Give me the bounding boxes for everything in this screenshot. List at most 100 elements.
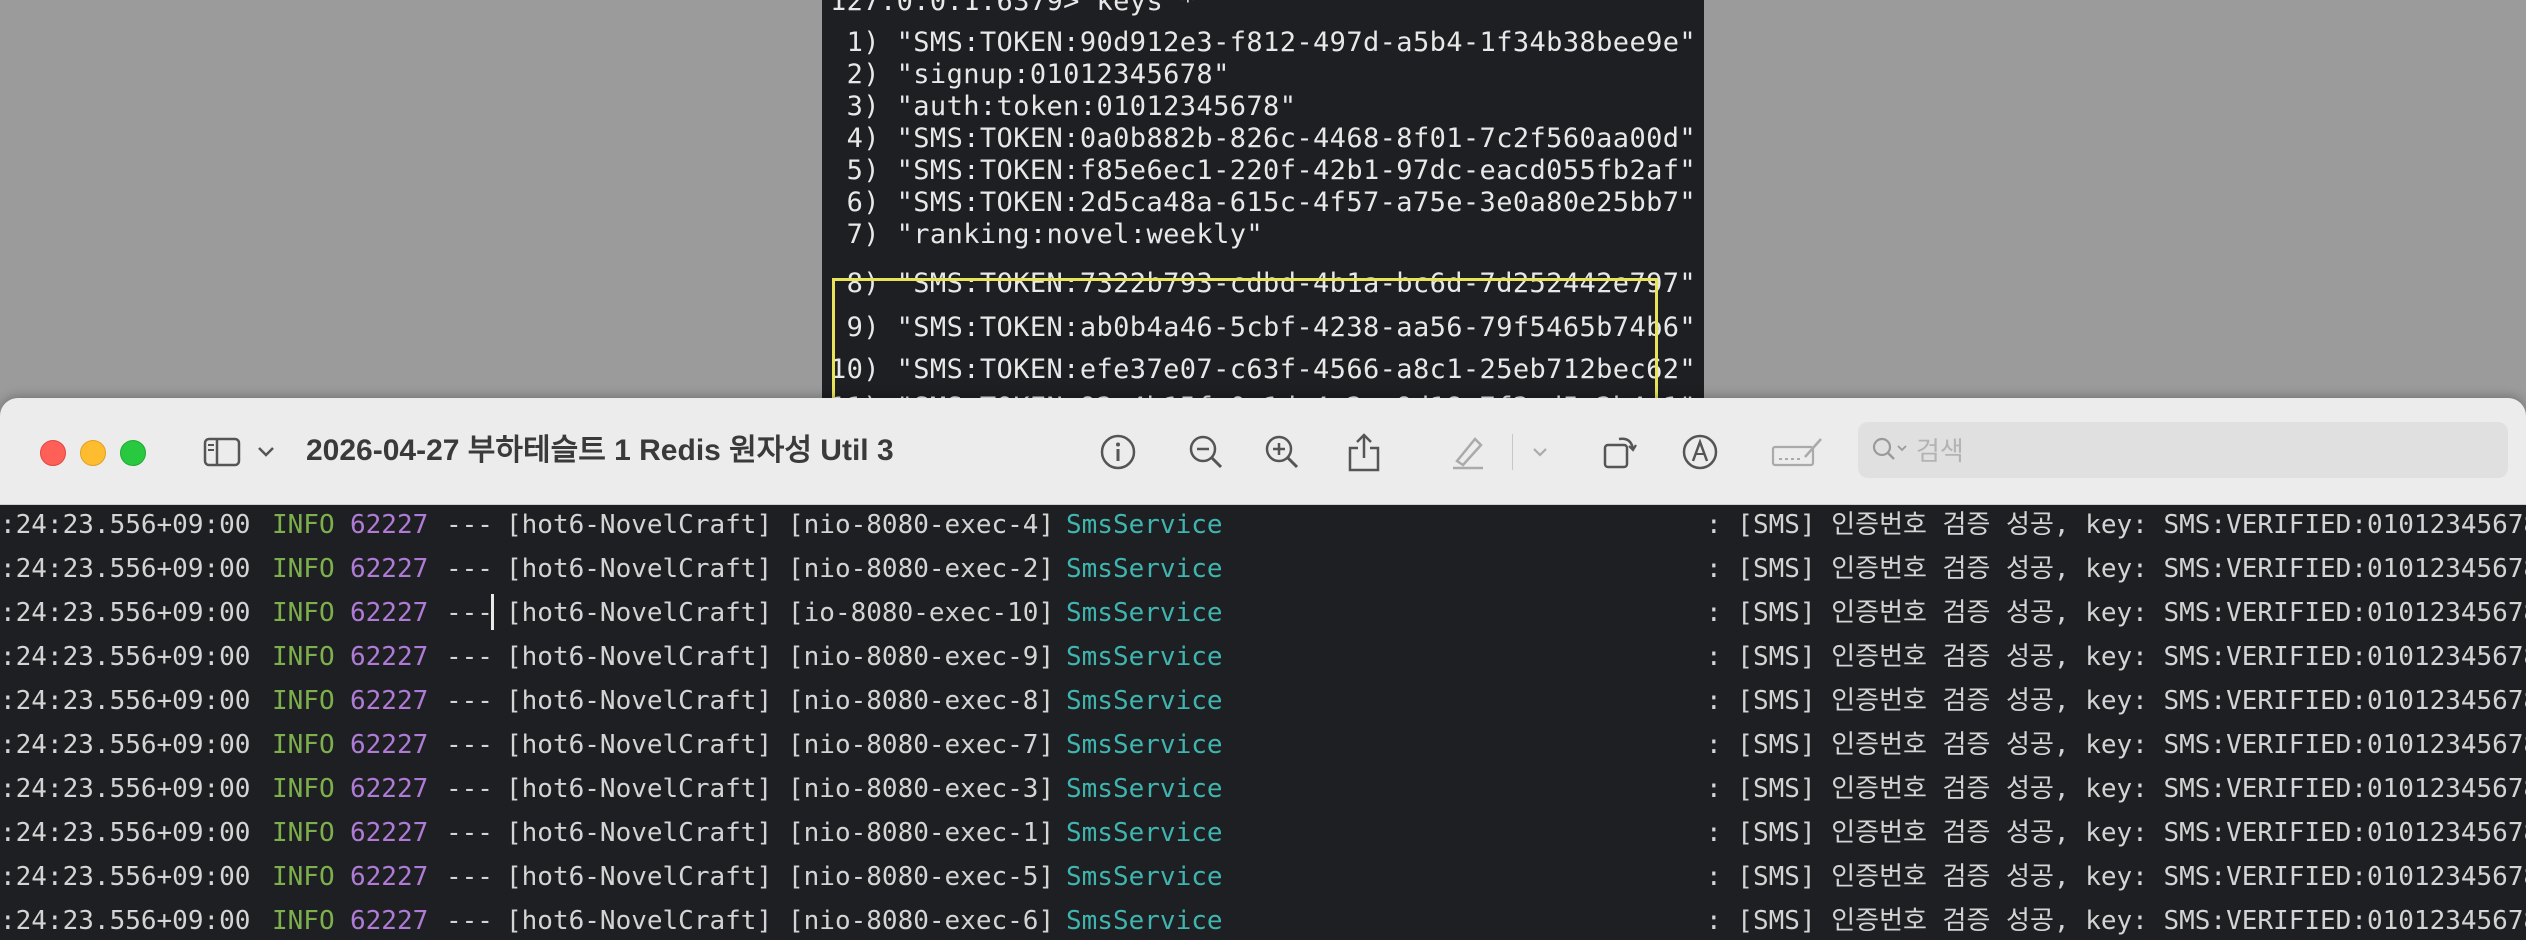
- log-row: :24:23.556+09:00 INFO 62227 --- [hot6-NovelC…: [0, 505, 2526, 547]
- highlight-pen-icon[interactable]: [1446, 430, 1490, 474]
- log-msg: : [SMS] 인증번호 검증 성공, key: SMS:VERIFIED:01…: [1706, 510, 2526, 540]
- log-msg: : [SMS] 인증번호 검증 성공, key: SMS:VERIFIED:01…: [1706, 774, 2526, 804]
- close-window-button[interactable]: [40, 440, 66, 466]
- redis-key-line: 8) "SMS:TOKEN:7322b793-cdbd-4b1a-bc6d-7d…: [830, 268, 1697, 299]
- log-time: :24:23.556+09:00: [0, 862, 251, 892]
- log-sep: ---: [446, 686, 493, 716]
- log-class: SmsService: [1066, 906, 1223, 936]
- redis-key-line: 3) "auth:token:01012345678": [830, 91, 1297, 122]
- redis-key-line: 1) "SMS:TOKEN:90d912e3-f812-497d-a5b4-1f…: [830, 27, 1697, 58]
- log-pid: 62227: [350, 818, 429, 848]
- log-app: [hot6-NovelCraft]: [506, 906, 773, 936]
- log-time: :24:23.556+09:00: [0, 818, 251, 848]
- log-time: :24:23.556+09:00: [0, 598, 251, 628]
- log-level: INFO: [272, 906, 335, 936]
- text-cursor: [491, 594, 494, 630]
- log-msg: : [SMS] 인증번호 검증 성공, key: SMS:VERIFIED:01…: [1706, 554, 2526, 584]
- log-msg: : [SMS] 인증번호 검증 성공, key: SMS:VERIFIED:01…: [1706, 818, 2526, 848]
- log-pid: 62227: [350, 642, 429, 672]
- log-row: :24:23.556+09:00 INFO 62227 --- [hot6-NovelC…: [0, 679, 2526, 723]
- log-app: [hot6-NovelCraft]: [506, 818, 773, 848]
- log-sep: ---: [446, 862, 493, 892]
- log-class: SmsService: [1066, 510, 1223, 540]
- log-row: :24:23.556+09:00 INFO 62227 --- [hot6-NovelC…: [0, 723, 2526, 767]
- log-pid: 62227: [350, 862, 429, 892]
- log-row: :24:23.556+09:00 INFO 62227 --- [hot6-NovelC…: [0, 635, 2526, 679]
- log-sep: ---: [446, 774, 493, 804]
- log-time: :24:23.556+09:00: [0, 642, 251, 672]
- log-sep: ---: [446, 818, 493, 848]
- log-level: INFO: [272, 554, 335, 584]
- redis-key-line: 4) "SMS:TOKEN:0a0b882b-826c-4468-8f01-7c…: [830, 123, 1697, 154]
- redis-key-line: 2) "signup:01012345678": [830, 59, 1230, 90]
- window-title: 2026-04-27 부하테슬트 1 Redis 원자성 Util 3: [306, 434, 894, 467]
- preview-window: 2026-04-27 부하테슬트 1 Redis 원자성 Util 3 검색:…: [0, 398, 2526, 940]
- log-thread: [nio-8080-exec-5]: [788, 862, 1055, 892]
- search-input[interactable]: [1914, 422, 2498, 480]
- log-thread: [nio-8080-exec-7]: [788, 730, 1055, 760]
- log-row: :24:23.556+09:00 INFO 62227 --- [hot6-NovelC…: [0, 547, 2526, 591]
- log-app: [hot6-NovelCraft]: [506, 774, 773, 804]
- log-thread: [nio-8080-exec-8]: [788, 686, 1055, 716]
- log-app: [hot6-NovelCraft]: [506, 598, 773, 628]
- log-thread: [nio-8080-exec-4]: [788, 510, 1055, 540]
- share-icon[interactable]: [1342, 430, 1386, 474]
- sidebar-toggle-icon[interactable]: [200, 430, 244, 474]
- log-sep: ---: [446, 730, 493, 760]
- log-row: :24:23.556+09:00 INFO 62227 --- [hot6-NovelC…: [0, 591, 2526, 635]
- minimize-window-button[interactable]: [80, 440, 106, 466]
- markup-icon[interactable]: [1678, 430, 1722, 474]
- log-app: [hot6-NovelCraft]: [506, 510, 773, 540]
- log-time: :24:23.556+09:00: [0, 554, 251, 584]
- log-sep: ---: [446, 554, 493, 584]
- log-class: SmsService: [1066, 774, 1223, 804]
- rotate-icon[interactable]: [1598, 430, 1642, 474]
- info-icon[interactable]: [1096, 430, 1140, 474]
- signature-icon[interactable]: [1770, 430, 1826, 474]
- redis-key-line: 9) "SMS:TOKEN:ab0b4a46-5cbf-4238-aa56-79…: [830, 312, 1697, 343]
- log-app: [hot6-NovelCraft]: [506, 642, 773, 672]
- log-level: INFO: [272, 598, 335, 628]
- log-row: :24:23.556+09:00 INFO 62227 --- [hot6-NovelC…: [0, 811, 2526, 855]
- log-class: SmsService: [1066, 554, 1223, 584]
- log-class: SmsService: [1066, 818, 1223, 848]
- search-icon: [1870, 428, 1910, 472]
- window-titlebar: 2026-04-27 부하테슬트 1 Redis 원자성 Util 3: [0, 398, 2526, 505]
- log-level: INFO: [272, 510, 335, 540]
- zoom-out-icon[interactable]: [1184, 430, 1228, 474]
- log-pid: 62227: [350, 906, 429, 936]
- chevron-down-icon[interactable]: [1528, 430, 1552, 474]
- redis-key-line: 6) "SMS:TOKEN:2d5ca48a-615c-4f57-a75e-3e…: [830, 187, 1697, 218]
- log-thread: [nio-8080-exec-1]: [788, 818, 1055, 848]
- log-app: [hot6-NovelCraft]: [506, 554, 773, 584]
- redis-key-line: 5) "SMS:TOKEN:f85e6ec1-220f-42b1-97dc-ea…: [830, 155, 1697, 186]
- log-msg: : [SMS] 인증번호 검증 성공, key: SMS:VERIFIED:01…: [1706, 730, 2526, 760]
- log-app: [hot6-NovelCraft]: [506, 686, 773, 716]
- chevron-down-icon[interactable]: [252, 430, 280, 474]
- log-msg: : [SMS] 인증번호 검증 성공, key: SMS:VERIFIED:01…: [1706, 598, 2526, 628]
- redis-key-line: 10) "SMS:TOKEN:efe37e07-c63f-4566-a8c1-2…: [830, 354, 1697, 385]
- log-class: SmsService: [1066, 598, 1223, 628]
- log-thread: [nio-8080-exec-3]: [788, 774, 1055, 804]
- log-pid: 62227: [350, 774, 429, 804]
- log-class: SmsService: [1066, 686, 1223, 716]
- log-app: [hot6-NovelCraft]: [506, 862, 773, 892]
- log-pid: 62227: [350, 510, 429, 540]
- redis-terminal: 127.0.0.1:6379> keys * 1) "SMS:TOKEN:90d…: [822, 0, 1704, 420]
- log-time: :24:23.556+09:00: [0, 906, 251, 936]
- log-sep: ---: [446, 510, 493, 540]
- log-level: INFO: [272, 774, 335, 804]
- maximize-window-button[interactable]: [120, 440, 146, 466]
- log-row: :24:23.556+09:00 INFO 62227 --- [hot6-NovelC…: [0, 855, 2526, 899]
- log-thread: [nio-8080-exec-9]: [788, 642, 1055, 672]
- log-level: INFO: [272, 862, 335, 892]
- log-msg: : [SMS] 인증번호 검증 성공, key: SMS:VERIFIED:01…: [1706, 862, 2526, 892]
- log-pid: 62227: [350, 598, 429, 628]
- log-time: :24:23.556+09:00: [0, 774, 251, 804]
- log-time: :24:23.556+09:00: [0, 510, 251, 540]
- search-box[interactable]: [1858, 422, 2508, 480]
- log-msg: : [SMS] 인증번호 검증 성공, key: SMS:VERIFIED:01…: [1706, 642, 2526, 672]
- zoom-in-icon[interactable]: [1260, 430, 1304, 474]
- log-sep: ---: [446, 598, 493, 628]
- log-level: INFO: [272, 642, 335, 672]
